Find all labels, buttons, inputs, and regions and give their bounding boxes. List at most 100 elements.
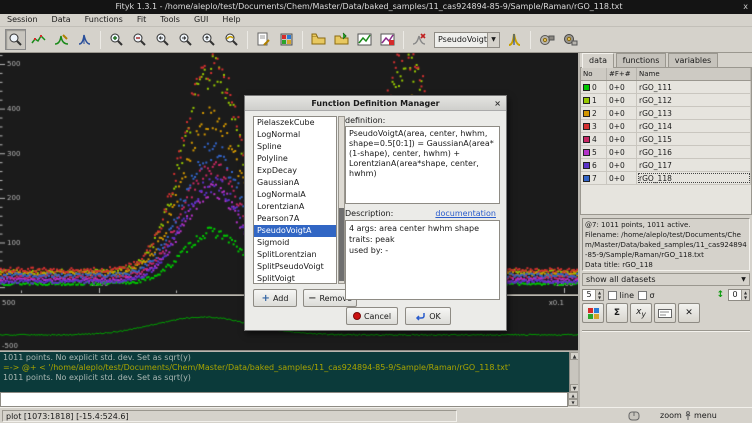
zoom-vertical-button[interactable] <box>198 29 219 50</box>
scroll-down-icon[interactable]: ▼ <box>570 384 578 392</box>
dataset-info: @7: 1011 points, 1011 active. Filename: … <box>582 218 750 271</box>
sigma-icon: Σ <box>614 308 620 318</box>
tab-variables[interactable]: variables <box>668 53 718 67</box>
function-list[interactable]: PielaszekCubeLogNormalSplinePolylineExpD… <box>253 116 337 284</box>
function-type-combo[interactable]: PseudoVoigtA ▼ <box>434 32 500 48</box>
edit-script-button[interactable] <box>253 29 274 50</box>
add-button[interactable]: +Add <box>253 289 297 307</box>
function-list-scrollbar[interactable] <box>338 116 345 284</box>
function-list-item[interactable]: LogNormalA <box>254 189 336 201</box>
zoom-out-button[interactable] <box>129 29 150 50</box>
command-input[interactable] <box>0 392 568 407</box>
tab-data[interactable]: data <box>582 53 614 68</box>
zoom-in-button[interactable] <box>106 29 127 50</box>
save-session-button[interactable] <box>377 29 398 50</box>
point-size-down-icon[interactable]: ▼ <box>595 295 603 300</box>
shift-down-icon[interactable]: ▼ <box>741 295 749 300</box>
ok-button[interactable]: OK <box>405 307 451 325</box>
cancel-button[interactable]: Cancel <box>346 307 398 325</box>
dataset-row[interactable]: 00+0rGO_111 <box>581 81 751 94</box>
function-list-item[interactable]: GaussianA <box>254 177 336 189</box>
history-down-icon[interactable]: ▼ <box>568 399 578 406</box>
zoom-mode-button[interactable] <box>5 29 26 50</box>
output-console[interactable]: 1011 points. No explicit std. dev. Set a… <box>0 352 578 392</box>
close-icon: ✕ <box>685 308 693 318</box>
dataset-row[interactable]: 70+0rGO_118 <box>581 172 751 185</box>
scroll-up-icon[interactable]: ▲ <box>570 352 578 360</box>
edit-title-button[interactable] <box>654 303 676 323</box>
delete-dataset-button[interactable]: ✕ <box>678 303 700 323</box>
color-scheme-button[interactable] <box>582 303 604 323</box>
dataset-color-swatch <box>583 84 590 91</box>
menu-item-session[interactable]: Session <box>0 14 45 24</box>
data-range-mode-button[interactable] <box>28 29 49 50</box>
mouse-left-hint: zoom <box>660 411 682 420</box>
function-list-item[interactable]: Pearson7A <box>254 213 336 225</box>
line-checkbox[interactable] <box>608 291 617 300</box>
dialog-close-icon[interactable]: × <box>494 99 501 108</box>
edit-xy-button[interactable]: xy <box>630 303 652 323</box>
function-definition-manager-dialog: Function Definition Manager × PielaszekC… <box>244 95 507 331</box>
plot-range-status: plot [1073:1818] [-15.4:524.6] <box>2 410 457 422</box>
data-editor-button[interactable] <box>276 29 297 50</box>
documentation-link[interactable]: documentation <box>435 209 496 218</box>
menu-item-help[interactable]: Help <box>215 14 247 24</box>
zoom-previous-button[interactable] <box>221 29 242 50</box>
add-peak-mode-button[interactable] <box>51 29 72 50</box>
scrollbar-thumb[interactable] <box>339 208 344 281</box>
run-fit-button[interactable] <box>536 29 557 50</box>
zoom-left-button[interactable] <box>152 29 173 50</box>
tab-functions[interactable]: functions <box>616 53 666 67</box>
dataset-row[interactable]: 20+0rGO_113 <box>581 107 751 120</box>
function-list-item[interactable]: Spline <box>254 141 336 153</box>
dataset-row[interactable]: 50+0rGO_116 <box>581 146 751 159</box>
dataset-filter-dropdown[interactable]: show all datasets ▼ <box>582 273 750 286</box>
console-scrollbar[interactable]: ▲ ▼ <box>569 352 578 392</box>
minus-icon: − <box>308 293 316 304</box>
function-type-value: PseudoVoigtA <box>435 35 487 44</box>
function-list-item[interactable]: SplitLorentzian <box>254 249 336 261</box>
definition-textarea[interactable]: PseudoVoigtA(area, center, hwhm, shape=0… <box>345 126 500 204</box>
menu-item-fit[interactable]: Fit <box>130 14 153 24</box>
sum-datasets-button[interactable]: Σ <box>606 303 628 323</box>
function-list-item[interactable]: Sigmoid <box>254 237 336 249</box>
dataset-color-swatch <box>583 175 590 182</box>
command-history-spinner[interactable]: ▲ ▼ <box>568 392 578 407</box>
title-bar[interactable]: Fityk 1.3.1 - /home/aleplo/test/Document… <box>0 0 752 14</box>
filter-arrow-icon: ▼ <box>738 276 749 283</box>
open-data-button[interactable] <box>308 29 329 50</box>
save-image-button[interactable] <box>354 29 375 50</box>
point-size-spinner[interactable]: 5 ▲▼ <box>582 289 604 301</box>
hand-icon <box>684 411 693 421</box>
shift-spinner[interactable]: 0 ▲▼ <box>728 289 750 301</box>
shift-updown-icon: ↕ <box>716 290 724 300</box>
sigma-checkbox[interactable] <box>638 291 647 300</box>
menu-item-data[interactable]: Data <box>45 14 78 24</box>
menu-item-tools[interactable]: Tools <box>153 14 187 24</box>
add-function-button[interactable] <box>504 29 525 50</box>
dataset-row[interactable]: 40+0rGO_115 <box>581 133 751 146</box>
dialog-title-bar[interactable]: Function Definition Manager × <box>245 96 506 111</box>
auto-add-peak-button[interactable] <box>409 29 430 50</box>
function-list-item[interactable]: LogNormal <box>254 129 336 141</box>
function-list-item[interactable]: SplitPseudoVoigt <box>254 261 336 273</box>
dataset-row[interactable]: 10+0rGO_112 <box>581 94 751 107</box>
dataset-row[interactable]: 30+0rGO_114 <box>581 120 751 133</box>
function-list-item[interactable]: Polyline <box>254 153 336 165</box>
menu-item-functions[interactable]: Functions <box>78 14 130 24</box>
xy-icon: xy <box>636 307 646 319</box>
zoom-right-button[interactable] <box>175 29 196 50</box>
history-up-icon[interactable]: ▲ <box>568 392 578 399</box>
dataset-row[interactable]: 60+0rGO_117 <box>581 159 751 172</box>
dataset-table: No #F+# Name 00+0rGO_11110+0rGO_11220+0r… <box>580 67 752 215</box>
function-list-item[interactable]: PielaszekCube <box>254 117 336 129</box>
function-list-item[interactable]: SplitVoigt <box>254 273 336 284</box>
append-data-button[interactable] <box>331 29 352 50</box>
add-point-mode-button[interactable] <box>74 29 95 50</box>
window-close-icon[interactable]: x <box>743 2 748 11</box>
function-list-item[interactable]: PseudoVoigtA <box>254 225 336 237</box>
menu-item-gui[interactable]: GUI <box>187 14 215 24</box>
fit-settings-button[interactable] <box>559 29 580 50</box>
function-list-item[interactable]: ExpDecay <box>254 165 336 177</box>
function-list-item[interactable]: LorentzianA <box>254 201 336 213</box>
